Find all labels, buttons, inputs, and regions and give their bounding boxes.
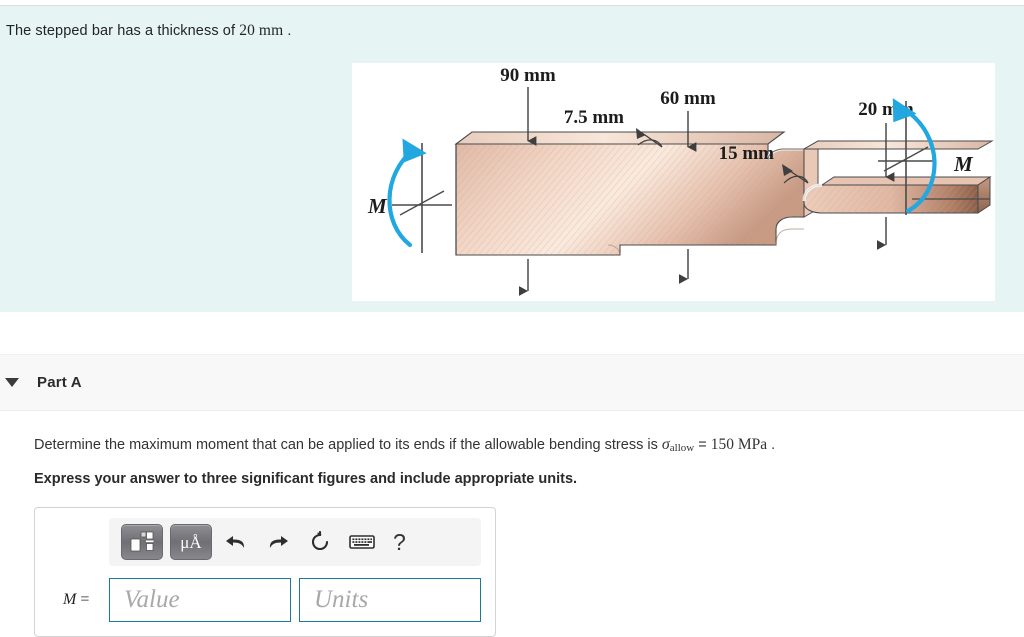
- sigma-subscript: allow: [669, 442, 695, 454]
- help-button[interactable]: ?: [393, 530, 406, 554]
- question-prompt: Determine the maximum moment that can be…: [34, 433, 1024, 457]
- problem-statement-suffix: .: [283, 23, 292, 39]
- moment-right-label: M: [953, 152, 974, 176]
- moment-left-arc: [387, 146, 417, 248]
- problem-statement-text: The stepped bar has a thickness of 20 mm…: [0, 6, 1024, 42]
- answer-widget: μÅ ? M = Value Units: [34, 507, 496, 637]
- reset-button[interactable]: [303, 526, 337, 558]
- problem-thickness-value: 20 mm: [239, 22, 284, 39]
- fillet-lower-step: [775, 228, 804, 246]
- part-a-body: Determine the maximum moment that can be…: [0, 411, 1024, 637]
- undo-icon: [226, 536, 245, 548]
- moment-left-label: M: [367, 194, 388, 218]
- question-prompt-text: Determine the maximum moment that can be…: [34, 437, 662, 453]
- redo-button[interactable]: [261, 526, 295, 558]
- dimension-15mm-label: 15 mm: [719, 143, 775, 164]
- problem-statement-prefix: The stepped bar has a thickness of: [6, 23, 240, 39]
- template-icon: [130, 531, 154, 552]
- variable-M: M: [63, 591, 77, 608]
- problem-statement-section: The stepped bar has a thickness of 20 mm…: [0, 6, 1024, 312]
- question-stress-value: 150 MPa: [710, 436, 768, 453]
- answer-input-row: M = Value Units: [47, 578, 483, 622]
- dimension-60mm-label: 60 mm: [660, 88, 716, 109]
- redo-icon: [269, 536, 288, 548]
- part-a-header[interactable]: Part A: [0, 354, 1024, 411]
- sigma-symbol: σ: [661, 436, 670, 453]
- moment-right-overlay: M: [878, 98, 974, 215]
- figure-panel: 90 mm 7.5 mm 60 mm 15 mm 20 mm M M: [352, 63, 995, 301]
- answer-instruction: Express your answer to three significant…: [34, 471, 578, 487]
- section-gap: [0, 312, 1024, 354]
- moment-left: M: [367, 138, 452, 253]
- reset-icon: [311, 531, 329, 551]
- moment-left-arrowhead: [402, 138, 427, 163]
- answer-value-input[interactable]: Value: [109, 578, 291, 622]
- dimension-75mm-label: 7.5 mm: [564, 107, 624, 128]
- moment-right-arc: [901, 106, 937, 214]
- question-suffix: .: [767, 437, 776, 453]
- dimension-90mm-label: 90 mm: [500, 65, 556, 86]
- units-placeholder: Units: [314, 586, 369, 613]
- answer-variable-label: M =: [47, 591, 109, 609]
- answer-units-input[interactable]: Units: [299, 578, 481, 622]
- answer-toolbar: μÅ ?: [109, 518, 481, 566]
- part-a-title: Part A: [37, 374, 82, 391]
- question-equals: =: [694, 437, 711, 453]
- math-template-button[interactable]: [121, 524, 163, 560]
- part-a-collapse-toggle[interactable]: [5, 378, 19, 387]
- equals-sign: =: [80, 591, 90, 608]
- undo-button[interactable]: [219, 526, 253, 558]
- keyboard-button[interactable]: [345, 526, 379, 558]
- mu-angstrom-icon: μÅ: [180, 532, 202, 552]
- value-placeholder: Value: [124, 586, 180, 613]
- keyboard-icon: [349, 535, 375, 549]
- units-button[interactable]: μÅ: [170, 524, 212, 560]
